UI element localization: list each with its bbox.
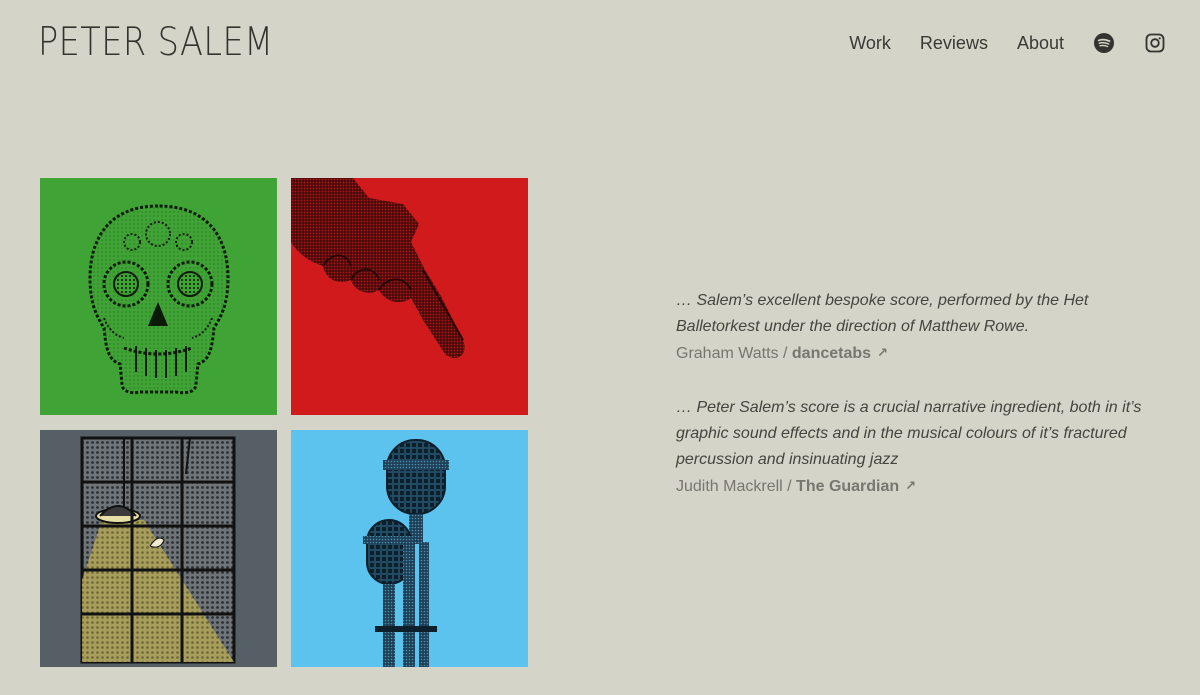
pointing-finger-illustration (291, 178, 465, 359)
skull-illustration (88, 204, 230, 395)
review-author: Judith Mackrell (676, 478, 783, 495)
review-source-link[interactable]: dancetabs ↗ (792, 345, 888, 362)
nav-item-reviews[interactable]: Reviews (920, 33, 988, 54)
tile-microphone-artwork[interactable] (291, 430, 528, 667)
tile-window-lamp-artwork[interactable] (40, 430, 277, 667)
instagram-link[interactable] (1144, 32, 1166, 54)
nav-item-work[interactable]: Work (849, 33, 891, 54)
review-quote: … Peter Salem’s score is a crucial narra… (676, 399, 1142, 468)
review-credit: Judith Mackrell / The Guardian ↗ (676, 473, 1166, 500)
spotify-icon (1094, 33, 1114, 53)
reviews-section: … Salem’s excellent bespoke score, perfo… (676, 288, 1166, 528)
nav-item-about[interactable]: About (1017, 33, 1064, 54)
microphone-illustration (363, 439, 449, 667)
spotify-link[interactable] (1093, 32, 1115, 54)
review-item: … Salem’s excellent bespoke score, perfo… (676, 288, 1166, 367)
main-nav: Work Reviews About (849, 30, 1166, 56)
review-item: … Peter Salem’s score is a crucial narra… (676, 395, 1166, 500)
review-separator: / (782, 478, 797, 495)
tile-pointing-finger-artwork[interactable] (291, 178, 528, 415)
instagram-icon (1145, 33, 1165, 53)
review-author: Graham Watts (676, 345, 779, 362)
review-separator: / (778, 345, 792, 362)
review-source-link[interactable]: The Guardian ↗ (796, 478, 916, 495)
review-quote: … Salem’s excellent bespoke score, perfo… (676, 292, 1089, 335)
review-source-label: The Guardian (796, 478, 900, 495)
site-title[interactable]: PETER SALEM (38, 20, 273, 65)
window-lamp-illustration (80, 436, 236, 664)
review-credit: Graham Watts / dancetabs ↗ (676, 340, 1166, 367)
external-link-icon: ↗ (905, 478, 917, 493)
review-source-label: dancetabs (791, 345, 872, 362)
tile-skull-artwork[interactable] (40, 178, 277, 415)
external-link-icon: ↗ (877, 345, 888, 360)
